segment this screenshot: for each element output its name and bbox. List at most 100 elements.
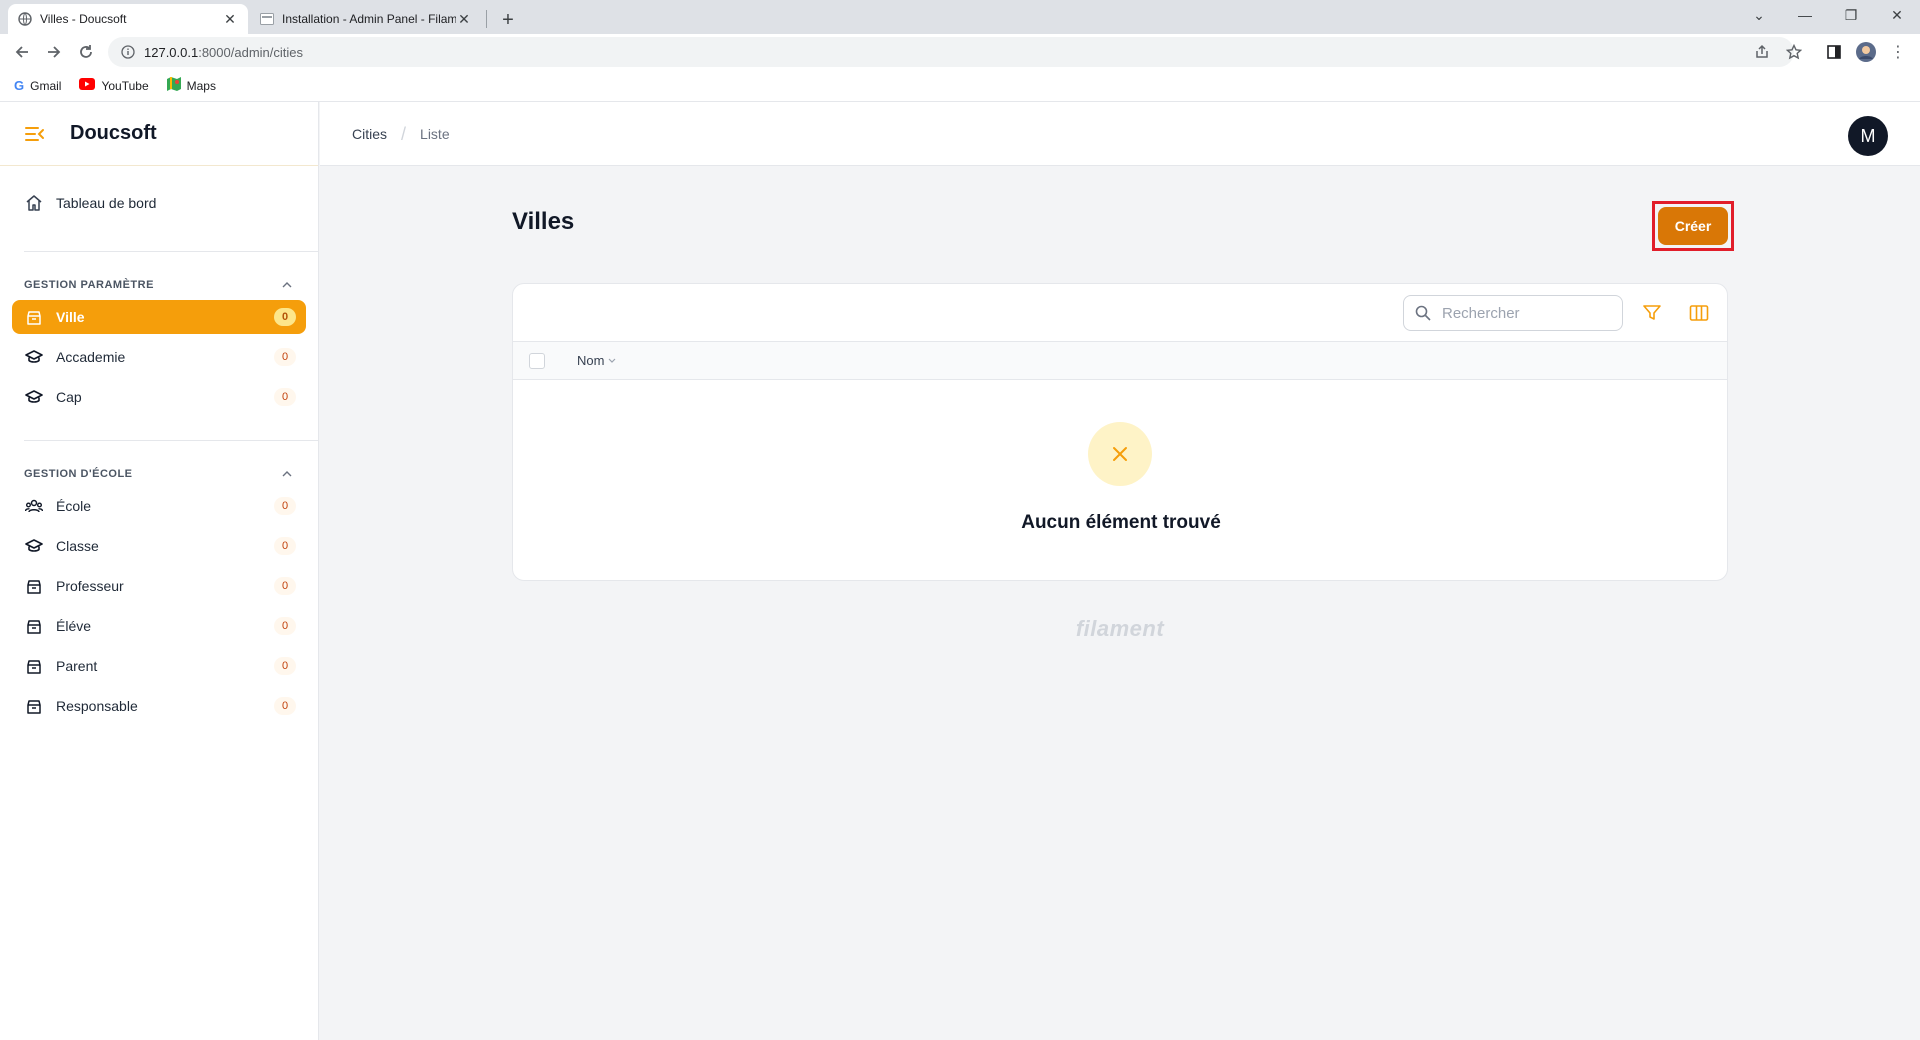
sidebar-item-label: Cap: [56, 389, 82, 405]
maps-icon: [166, 77, 181, 94]
share-icon[interactable]: [1748, 38, 1776, 66]
sidebar-item-label: Professeur: [56, 578, 124, 594]
user-group-icon: [24, 496, 44, 516]
count-badge: 0: [274, 388, 296, 406]
browser-tab[interactable]: Installation - Admin Panel - Filam ✕: [250, 4, 482, 34]
sidebar-item-responsable[interactable]: Responsable 0: [12, 689, 306, 723]
sidebar-item-label: Parent: [56, 658, 98, 674]
breadcrumb-cities[interactable]: Cities: [352, 126, 387, 142]
group-title-label: GESTION PARAMÈTRE: [24, 279, 154, 291]
youtube-icon: [79, 78, 96, 93]
site-info-icon[interactable]: [120, 44, 136, 60]
close-tab-icon[interactable]: ✕: [222, 11, 238, 27]
bookmark-youtube[interactable]: YouTube: [79, 78, 149, 93]
sidebar-item-label: Classe: [56, 538, 99, 554]
tab-title: Villes - Doucsoft: [40, 12, 127, 26]
archive-icon: [24, 616, 44, 636]
create-button[interactable]: Créer: [1658, 207, 1728, 245]
chevron-up-icon[interactable]: [280, 467, 294, 481]
breadcrumb-separator: /: [401, 123, 407, 144]
close-tab-icon[interactable]: ✕: [456, 11, 472, 27]
group-title-ecole[interactable]: GESTION D'ÉCOLE: [24, 467, 294, 481]
archive-icon: [24, 576, 44, 596]
sidebar-item-dashboard[interactable]: Tableau de bord: [12, 186, 306, 220]
select-all-checkbox[interactable]: [529, 352, 545, 369]
empty-state-message: Aucun élément trouvé: [1021, 512, 1221, 533]
user-avatar[interactable]: M: [1848, 116, 1888, 156]
sidebar-divider: [24, 251, 318, 252]
sidebar-item-accademie[interactable]: Accademie 0: [12, 340, 306, 374]
empty-state: Aucun élément trouvé: [513, 380, 1727, 580]
browser-menu-icon[interactable]: ⋮: [1884, 38, 1912, 66]
minimize-icon[interactable]: —: [1782, 0, 1828, 30]
sidebar-item-cap[interactable]: Cap 0: [12, 380, 306, 414]
footer-brand: filament: [1075, 616, 1165, 641]
search-placeholder: Rechercher: [1442, 304, 1520, 322]
bookmark-star-icon[interactable]: [1780, 38, 1808, 66]
search-input[interactable]: Rechercher: [1403, 295, 1623, 331]
page-title: Villes: [512, 208, 575, 235]
sidebar-item-parent[interactable]: Parent 0: [12, 649, 306, 683]
browser-tab-active[interactable]: Villes - Doucsoft ✕: [8, 4, 248, 34]
columns-icon[interactable]: [1687, 301, 1711, 325]
back-icon[interactable]: [8, 38, 36, 66]
sidebar-item-ville[interactable]: Ville 0: [12, 300, 306, 334]
academic-cap-icon: [24, 347, 44, 367]
sort-icon: [609, 358, 616, 363]
count-badge: 0: [274, 697, 296, 715]
browser-tab-strip: Villes - Doucsoft ✕ Installation - Admin…: [0, 0, 1920, 34]
table-header: Nom: [513, 342, 1727, 380]
sidebar-item-label: Responsable: [56, 698, 138, 714]
browser-toolbar: 127.0.0.1:8000/admin/cities ⋮: [0, 34, 1920, 70]
tab-title: Installation - Admin Panel - Filam: [282, 12, 456, 26]
breadcrumb-liste: Liste: [420, 126, 450, 142]
sidebar-item-label: Éléve: [56, 618, 92, 634]
close-window-icon[interactable]: ✕: [1874, 0, 1920, 30]
sidebar-item-label: École: [56, 498, 92, 514]
address-bar[interactable]: 127.0.0.1:8000/admin/cities: [108, 37, 1794, 67]
google-icon: G: [14, 78, 25, 93]
count-badge: 0: [274, 497, 296, 515]
chevron-up-icon[interactable]: [280, 278, 294, 292]
new-tab-icon[interactable]: +: [494, 6, 522, 34]
bookmark-label: Maps: [186, 78, 216, 93]
bookmark-maps[interactable]: Maps: [166, 77, 216, 94]
sidebar-item-eleve[interactable]: Éléve 0: [12, 609, 306, 643]
tab-search-icon[interactable]: ⌄: [1736, 0, 1782, 30]
page-favicon-icon: [260, 12, 274, 26]
brand-name: Doucsoft: [70, 122, 157, 144]
table-toolbar: Rechercher: [513, 284, 1727, 342]
sidebar-item-label: Accademie: [56, 349, 126, 365]
sidebar: Doucsoft Tableau de bord GESTION PARAMÈT…: [0, 102, 319, 1040]
sidebar-item-professeur[interactable]: Professeur 0: [12, 569, 306, 603]
x-icon: [1113, 447, 1127, 461]
side-panel-icon[interactable]: [1820, 38, 1848, 66]
url-path: :8000/admin/cities: [198, 44, 303, 60]
sidebar-divider: [24, 440, 318, 441]
column-nom-label: Nom: [577, 353, 605, 368]
count-badge: 0: [274, 348, 296, 366]
breadcrumb: Cities / Liste: [352, 102, 450, 166]
profile-icon[interactable]: [1852, 38, 1880, 66]
collapse-sidebar-icon[interactable]: [24, 123, 46, 145]
filter-icon[interactable]: [1640, 301, 1664, 325]
tab-separator: [486, 10, 487, 28]
sidebar-item-label: Ville: [56, 309, 85, 325]
bookmark-label: YouTube: [101, 78, 149, 93]
count-badge: 0: [274, 657, 296, 675]
column-nom[interactable]: Nom: [577, 353, 616, 368]
archive-icon: [24, 307, 44, 327]
count-badge: 0: [274, 308, 296, 326]
topbar: Cities / Liste M: [320, 102, 1920, 166]
archive-icon: [24, 696, 44, 716]
home-icon: [24, 193, 44, 213]
globe-icon: [18, 12, 32, 26]
forward-icon[interactable]: [40, 38, 68, 66]
sidebar-item-ecole[interactable]: École 0: [12, 489, 306, 523]
group-title-parametre[interactable]: GESTION PARAMÈTRE: [24, 278, 294, 292]
restore-icon[interactable]: ❐: [1828, 0, 1874, 30]
bookmark-gmail[interactable]: G Gmail: [14, 78, 61, 93]
reload-icon[interactable]: [72, 38, 100, 66]
sidebar-item-classe[interactable]: Classe 0: [12, 529, 306, 563]
brand-header: Doucsoft: [0, 102, 318, 166]
